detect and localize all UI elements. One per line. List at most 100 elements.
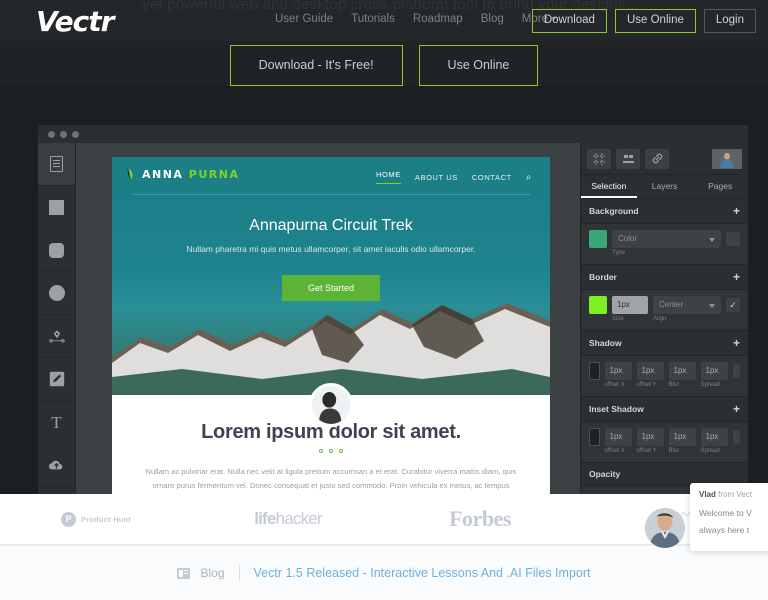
editor-canvas[interactable]: ANNA PURNA HOME ABOUT US CONTACT ⌕ Annap… bbox=[76, 143, 580, 495]
grid-icon[interactable] bbox=[587, 148, 611, 169]
upload-cloud-icon bbox=[48, 460, 63, 469]
background-type-select[interactable]: Color bbox=[612, 230, 721, 248]
press-logo-lifehacker[interactable]: lifehacker bbox=[192, 509, 384, 529]
inset-shadow-blur-field[interactable]: 1px bbox=[668, 428, 696, 446]
window-minimize-dot[interactable] bbox=[60, 131, 67, 138]
mock-profile-avatar bbox=[309, 383, 353, 427]
mock-site-nav: HOME ABOUT US CONTACT ⌕ bbox=[375, 170, 532, 184]
shadow-offset-y-label: offset Y bbox=[636, 382, 657, 388]
add-inset-shadow-button[interactable]: + bbox=[733, 403, 740, 415]
window-maximize-dot[interactable] bbox=[72, 131, 79, 138]
hero-use-online-button[interactable]: Use Online bbox=[418, 45, 539, 86]
nav-item-tutorials[interactable]: Tutorials bbox=[351, 13, 395, 25]
chat-popup[interactable]: Vlad from Vect Welcome to V always here … bbox=[690, 483, 768, 551]
pencil-tool[interactable] bbox=[38, 358, 75, 401]
chat-agent-avatar[interactable] bbox=[645, 508, 685, 548]
mock-hero-title: Annapurna Circuit Trek bbox=[249, 217, 413, 234]
inset-shadow-color-swatch[interactable] bbox=[589, 428, 600, 446]
border-align-select[interactable]: Center bbox=[653, 296, 721, 314]
announcement-blog-label: Blog bbox=[200, 566, 225, 580]
border-size-field[interactable]: 1px bbox=[612, 296, 648, 314]
inset-shadow-visibility-checkbox[interactable] bbox=[732, 430, 740, 444]
shadow-spread-field[interactable]: 1px bbox=[700, 362, 728, 380]
forbes-label: Forbes bbox=[449, 506, 511, 531]
site-top-navbar: ...yet powerful web and desktop cross-pl… bbox=[0, 0, 768, 41]
section-title: Background bbox=[589, 206, 639, 216]
shadow-color-swatch[interactable] bbox=[589, 362, 600, 380]
ellipse-tool[interactable] bbox=[38, 272, 75, 315]
editor-properties-panel: Selection Layers Pages Background + Colo… bbox=[580, 143, 748, 525]
leaf-logo-icon bbox=[127, 168, 133, 180]
rectangle-tool[interactable] bbox=[38, 186, 75, 229]
section-body-border: 1px Size Center Align ✓ bbox=[581, 290, 748, 331]
press-logo-product-hunt[interactable]: P Product Hunt bbox=[0, 511, 192, 527]
shadow-blur-field[interactable]: 1px bbox=[668, 362, 696, 380]
upload-tool[interactable] bbox=[38, 444, 75, 487]
section-header-background: Background + bbox=[581, 199, 748, 224]
use-online-button[interactable]: Use Online bbox=[614, 9, 696, 33]
panel-toolbar bbox=[581, 143, 748, 175]
section-title: Opacity bbox=[589, 469, 621, 479]
mock-hero-section: Annapurna Circuit Trek Nullam pharetra m… bbox=[112, 195, 550, 395]
nav-action-buttons: Download Use Online Login bbox=[531, 9, 756, 33]
hero-download-button[interactable]: Download - It's Free! bbox=[229, 45, 403, 86]
window-title-bar bbox=[38, 125, 748, 143]
text-icon: T bbox=[51, 412, 62, 432]
tab-pages[interactable]: Pages bbox=[692, 175, 748, 198]
add-shadow-button[interactable]: + bbox=[733, 337, 740, 349]
mock-site-header: ANNA PURNA HOME ABOUT US CONTACT ⌕ bbox=[112, 157, 550, 195]
person-silhouette-icon bbox=[312, 386, 350, 424]
shadow-visibility-checkbox[interactable] bbox=[732, 364, 740, 378]
download-button[interactable]: Download bbox=[531, 9, 607, 33]
main-nav-links: User Guide Tutorials Roadmap Blog More bbox=[275, 13, 557, 25]
inset-shadow-spread-field[interactable]: 1px bbox=[700, 428, 728, 446]
window-close-dot[interactable] bbox=[48, 131, 55, 138]
shadow-offset-y-field[interactable]: 1px bbox=[636, 362, 664, 380]
rounded-rectangle-tool[interactable] bbox=[38, 229, 75, 272]
login-button[interactable]: Login bbox=[703, 9, 756, 33]
nav-item-blog[interactable]: Blog bbox=[481, 13, 504, 25]
add-background-button[interactable]: + bbox=[733, 205, 740, 217]
pen-tool[interactable] bbox=[38, 315, 75, 358]
avatar bbox=[645, 508, 685, 548]
border-visibility-checkbox[interactable]: ✓ bbox=[726, 298, 740, 312]
add-border-button[interactable]: + bbox=[733, 271, 740, 283]
mock-site-logo: ANNA PURNA bbox=[142, 168, 240, 181]
mock-nav-about[interactable]: ABOUT US bbox=[415, 173, 458, 182]
panel-tabs: Selection Layers Pages bbox=[581, 175, 748, 199]
newspaper-icon bbox=[177, 567, 191, 579]
mock-nav-home[interactable]: HOME bbox=[375, 170, 401, 184]
inset-shadow-offset-x-field[interactable]: 1px bbox=[604, 428, 632, 446]
background-color-swatch[interactable] bbox=[589, 230, 607, 248]
search-icon[interactable]: ⌕ bbox=[526, 172, 532, 183]
get-started-button[interactable]: Get Started bbox=[281, 275, 381, 301]
link-icon[interactable] bbox=[645, 148, 669, 169]
border-color-swatch[interactable] bbox=[589, 296, 607, 314]
vectr-logo[interactable]: Vectr bbox=[36, 5, 114, 38]
mock-nav-contact[interactable]: CONTACT bbox=[472, 173, 512, 182]
section-header-shadow: Shadow + bbox=[581, 331, 748, 356]
avatar bbox=[713, 149, 741, 168]
align-icon[interactable] bbox=[616, 148, 640, 169]
inset-shadow-offset-y-field[interactable]: 1px bbox=[636, 428, 664, 446]
announcement-headline-link[interactable]: Vectr 1.5 Released - Interactive Lessons… bbox=[254, 566, 591, 580]
artboard-tool[interactable] bbox=[38, 143, 75, 186]
inset-shadow-blur-label: Blur bbox=[668, 448, 680, 454]
decorative-dots bbox=[142, 449, 520, 453]
hero-cta-row: Download - It's Free! Use Online bbox=[0, 38, 768, 86]
background-visibility-checkbox[interactable] bbox=[726, 232, 740, 246]
pen-icon bbox=[48, 330, 65, 343]
design-artboard[interactable]: ANNA PURNA HOME ABOUT US CONTACT ⌕ Annap… bbox=[112, 157, 550, 495]
product-hunt-label: Product Hunt bbox=[81, 514, 131, 524]
tab-selection[interactable]: Selection bbox=[581, 175, 637, 198]
press-logo-forbes[interactable]: Forbes bbox=[384, 506, 576, 532]
section-title: Border bbox=[589, 272, 617, 282]
shadow-offset-x-field[interactable]: 1px bbox=[604, 362, 632, 380]
lifehacker-label: lifehacker bbox=[254, 509, 322, 528]
product-hunt-icon: P bbox=[61, 511, 77, 527]
user-avatar-thumbnail[interactable] bbox=[712, 148, 742, 169]
nav-item-user-guide[interactable]: User Guide bbox=[275, 13, 333, 25]
text-tool[interactable]: T bbox=[38, 401, 75, 444]
tab-layers[interactable]: Layers bbox=[637, 175, 693, 198]
nav-item-roadmap[interactable]: Roadmap bbox=[413, 13, 463, 25]
